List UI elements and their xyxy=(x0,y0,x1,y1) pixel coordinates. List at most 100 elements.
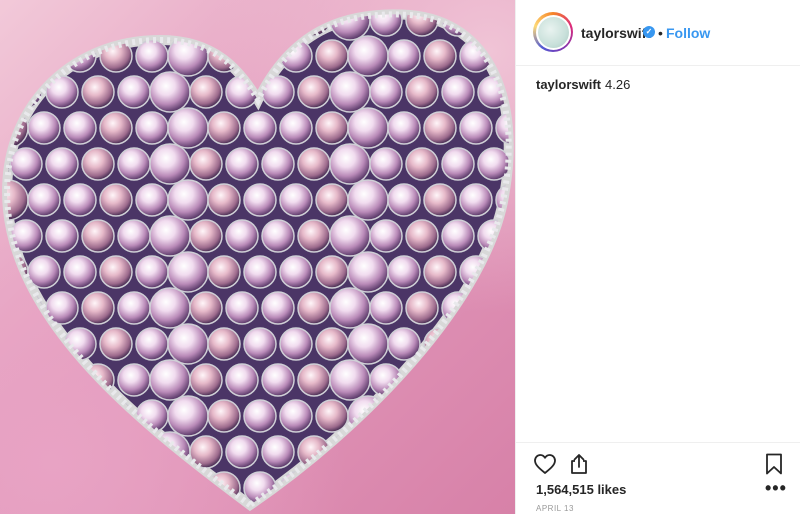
rhinestone xyxy=(149,14,191,41)
rhinestone xyxy=(423,39,457,73)
rhinestone xyxy=(149,287,191,329)
post-date[interactable]: APRIL 13 xyxy=(536,504,574,513)
rhinestone xyxy=(243,399,277,433)
rhinestone xyxy=(99,255,133,289)
rhinestone xyxy=(329,359,371,401)
rhinestone xyxy=(149,215,191,257)
rhinestone xyxy=(99,111,133,145)
rhinestone xyxy=(167,395,209,437)
rhinestone xyxy=(167,323,209,365)
rhinestone xyxy=(189,147,223,181)
rhinestone xyxy=(27,471,61,505)
jeweled-heart-image xyxy=(2,9,514,512)
rhinestone xyxy=(117,75,151,109)
rhinestone xyxy=(387,327,421,361)
rhinestone xyxy=(117,435,151,469)
share-icon[interactable] xyxy=(567,452,591,476)
caption-username[interactable]: taylorswift xyxy=(536,77,601,92)
rhinestone xyxy=(347,107,389,149)
rhinestone xyxy=(279,183,313,217)
rhinestone xyxy=(495,39,509,73)
rhinestone xyxy=(9,363,43,397)
rhinestone xyxy=(81,435,115,469)
username-link[interactable]: taylorswift xyxy=(581,25,651,41)
rhinestone xyxy=(315,39,349,73)
rhinestone xyxy=(225,435,259,469)
rhinestone xyxy=(135,327,169,361)
rhinestone xyxy=(189,14,223,37)
rhinestone xyxy=(279,255,313,289)
rhinestone xyxy=(369,291,403,325)
rhinestone xyxy=(387,471,421,505)
rhinestone xyxy=(45,435,79,469)
rhinestone xyxy=(63,471,97,505)
rhinestone xyxy=(423,255,457,289)
rhinestone xyxy=(405,435,439,469)
rhinestone xyxy=(347,251,389,293)
rhinestone xyxy=(347,323,389,365)
rhinestone xyxy=(225,14,259,37)
rhinestone xyxy=(405,219,439,253)
rhinestone xyxy=(477,14,509,37)
rhinestone xyxy=(459,183,493,217)
more-options-icon[interactable]: ••• xyxy=(765,479,787,497)
rhinestone xyxy=(189,75,223,109)
rhinestone xyxy=(45,219,79,253)
rhinestone xyxy=(329,215,371,257)
rhinestone xyxy=(167,179,209,221)
rhinestone xyxy=(459,399,493,433)
rhinestone xyxy=(27,111,61,145)
rhinestone xyxy=(369,147,403,181)
rhinestone xyxy=(369,435,403,469)
rhinestone xyxy=(369,14,403,37)
rhinestone xyxy=(135,111,169,145)
bookmark-icon[interactable] xyxy=(762,452,786,476)
rhinestone xyxy=(261,291,295,325)
avatar[interactable] xyxy=(533,12,573,52)
rhinestone xyxy=(45,363,79,397)
rhinestone xyxy=(207,399,241,433)
rhinestone xyxy=(387,39,421,73)
rhinestone xyxy=(315,471,349,505)
post-image[interactable] xyxy=(0,0,515,514)
heart-icon[interactable] xyxy=(533,452,557,476)
rhinestone xyxy=(329,143,371,185)
caption-text: 4.26 xyxy=(605,77,631,92)
rhinestone xyxy=(189,291,223,325)
rhinestone xyxy=(329,287,371,329)
rhinestone xyxy=(99,471,133,505)
rhinestone xyxy=(297,219,331,253)
rhinestone xyxy=(347,395,389,437)
rhinestone xyxy=(347,179,389,221)
rhinestone xyxy=(477,291,509,325)
rhinestone xyxy=(423,399,457,433)
rhinestone xyxy=(347,35,389,77)
rhinestone xyxy=(243,327,277,361)
rhinestone xyxy=(225,363,259,397)
rhinestone xyxy=(315,327,349,361)
follow-button[interactable]: Follow xyxy=(666,25,710,41)
rhinestone xyxy=(135,255,169,289)
rhinestone xyxy=(9,435,43,469)
rhinestone xyxy=(261,14,295,37)
post-caption: taylorswift 4.26 xyxy=(536,77,630,92)
rhinestone xyxy=(261,219,295,253)
rhinestone xyxy=(279,111,313,145)
rhinestone xyxy=(441,75,475,109)
rhinestone xyxy=(495,471,509,505)
rhinestone xyxy=(99,327,133,361)
rhinestone xyxy=(423,183,457,217)
rhinestone xyxy=(117,363,151,397)
post-sidebar: taylorswift ✓ • Follow taylorswift 4.26 1… xyxy=(515,0,800,514)
likes-count[interactable]: 1,564,515 likes xyxy=(536,482,626,497)
rhinestone xyxy=(81,147,115,181)
rhinestone xyxy=(189,219,223,253)
rhinestone xyxy=(81,219,115,253)
rhinestone xyxy=(63,399,97,433)
rhinestone xyxy=(207,255,241,289)
post-actions: 1,564,515 likes ••• APRIL 13 xyxy=(516,442,800,514)
rhinestone xyxy=(369,219,403,253)
rhinestone xyxy=(495,327,509,361)
rhinestone xyxy=(81,14,115,37)
rhinestone xyxy=(7,431,11,473)
